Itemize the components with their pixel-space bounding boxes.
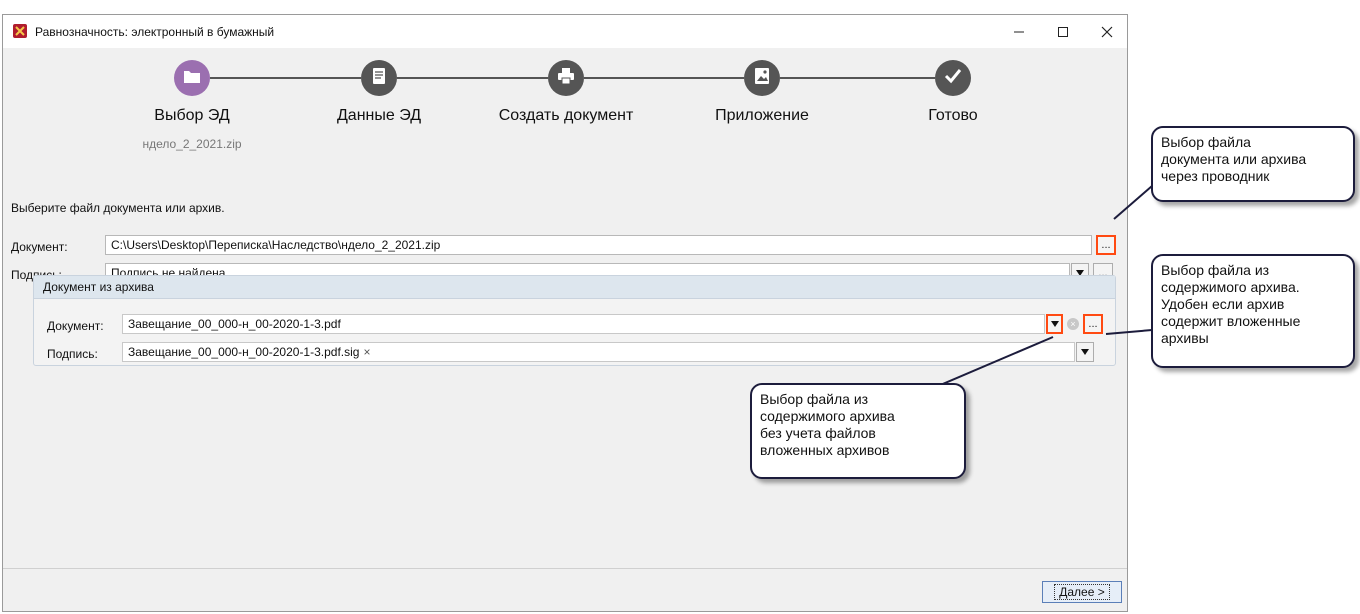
callout-archive-dropdown: Выбор файла из содержимого архива без уч… [750, 383, 966, 479]
callout-archive-browse: Выбор файла из содержимого архива. Удобе… [1151, 254, 1355, 368]
callout-browse: Выбор файла документа или архива через п… [1151, 126, 1355, 202]
